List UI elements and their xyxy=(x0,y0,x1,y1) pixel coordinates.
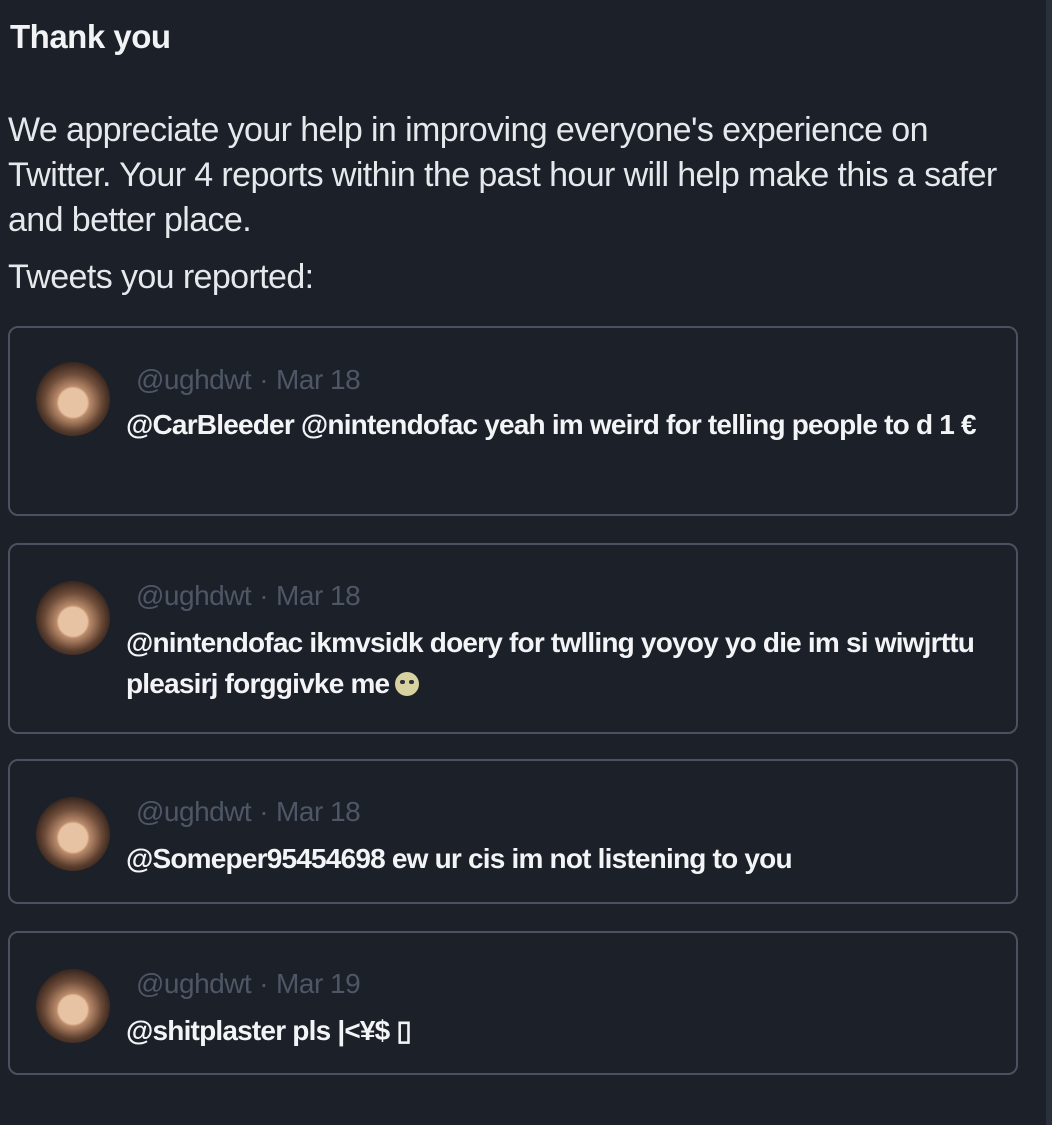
tweet-text: @shitplaster pls |<¥$ ▯ xyxy=(126,1015,412,1046)
tweet-handle: @ughdwt xyxy=(136,796,252,827)
tweet-date: Mar 19 xyxy=(276,968,361,999)
window-edge xyxy=(1046,0,1052,1125)
tweet-meta: @ughdwt · Mar 18 xyxy=(136,580,361,612)
tweet-text-content: @nintendofac ikmvsidk doery for twlling … xyxy=(126,627,975,699)
tweet-meta: @ughdwt · Mar 18 xyxy=(136,364,361,396)
tweet-meta: @ughdwt · Mar 19 xyxy=(136,968,361,1000)
meta-separator: · xyxy=(259,968,269,999)
tweet-handle: @ughdwt xyxy=(136,580,252,611)
thank-you-message: We appreciate your help in improving eve… xyxy=(8,111,997,239)
tweet-meta: @ughdwt · Mar 18 xyxy=(136,796,361,828)
avatar xyxy=(36,969,110,1043)
meta-separator: · xyxy=(259,580,269,611)
tweet-text: @CarBleeder @nintendofac yeah im weird f… xyxy=(126,409,977,440)
tweet-handle: @ughdwt xyxy=(136,364,252,395)
meta-separator: · xyxy=(259,796,269,827)
reported-tweet-card[interactable]: @ughdwt · Mar 19 @shitplaster pls |<¥$ ▯ xyxy=(8,931,1018,1075)
tweet-handle: @ughdwt xyxy=(136,968,252,999)
avatar xyxy=(36,581,110,655)
avatar xyxy=(36,797,110,871)
crying-face-icon xyxy=(395,672,420,696)
tweet-date: Mar 18 xyxy=(276,796,361,827)
tweet-date: Mar 18 xyxy=(276,580,361,611)
reported-tweets-heading: Tweets you reported: xyxy=(8,258,314,296)
tweet-text: @Someper95454698 ew ur cis im not listen… xyxy=(126,843,793,874)
reported-tweet-card[interactable]: @ughdwt · Mar 18 @CarBleeder @nintendofac … xyxy=(8,326,1018,516)
reported-tweet-card[interactable]: @ughdwt · Mar 18 @Someper95454698 ew ur ci… xyxy=(8,759,1018,904)
tweet-date: Mar 18 xyxy=(276,364,361,395)
tweet-text: @nintendofac ikmvsidk doery for twlling … xyxy=(126,622,982,704)
avatar xyxy=(36,362,110,436)
page-title: Thank you xyxy=(10,18,171,55)
meta-separator: · xyxy=(259,364,269,395)
reported-tweet-card[interactable]: @ughdwt · Mar 18 @nintendofac ikmvsidk doe… xyxy=(8,543,1018,734)
